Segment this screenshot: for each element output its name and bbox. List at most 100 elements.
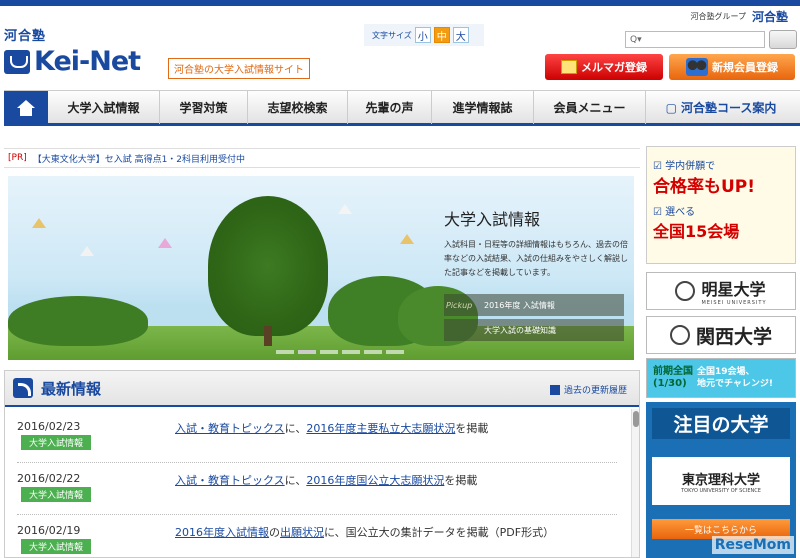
ad-line: ☑ 選べる (653, 203, 789, 218)
university-subtitle: MEISEI UNIVERSITY (701, 300, 767, 306)
university-crest-icon (669, 325, 690, 345)
news-text: に、 (284, 422, 307, 435)
bird-icon (32, 218, 46, 228)
font-size-small-button[interactable]: 小 (414, 27, 431, 43)
ad-line: ☑ 学内併願で (653, 157, 789, 172)
news-link[interactable]: 入試・教育トピックス (175, 422, 285, 435)
mail-magazine-button[interactable]: メルマガ登録 (545, 54, 663, 80)
carousel-dot[interactable] (364, 350, 382, 354)
page-root: { "header": { "group_text": "河合塾グループ", "… (0, 0, 800, 558)
search-input[interactable]: Q▾ (625, 31, 765, 48)
featured-title: 注目の大学 (652, 408, 790, 439)
news-link[interactable]: 入試・教育トピックス (175, 474, 285, 487)
search-icon: Q▾ (630, 34, 642, 45)
news-text: を掲載 (444, 474, 478, 487)
pr-banner[interactable]: [PR] 【大東文化大学】セ入試 高得点1・2科目利用受付中 (4, 148, 640, 168)
font-size-medium-button[interactable]: 中 (433, 27, 450, 43)
ad-text: (1/30) (653, 378, 687, 389)
nav-home-button[interactable] (4, 91, 48, 124)
font-size-large-button[interactable]: 大 (452, 27, 469, 43)
pickup-label: Pickup (446, 300, 473, 310)
carousel-dot[interactable] (320, 350, 338, 354)
search-button[interactable] (769, 30, 797, 49)
group-link[interactable]: 河合塾グループ 河合塾 (690, 8, 788, 25)
news-link[interactable]: 2016年度入試情報 (175, 526, 269, 539)
news-link[interactable]: 出願状況 (280, 526, 324, 539)
news-title: 最新情報 (41, 379, 102, 398)
group-text: 河合塾グループ (690, 12, 746, 21)
nav-item-study[interactable]: 学習対策 (160, 91, 248, 124)
news-date: 2016/02/19 (17, 524, 81, 537)
nav-item-seniors[interactable]: 先輩の声 (348, 91, 432, 124)
news-scrollbar-thumb[interactable] (633, 411, 639, 427)
carousel-dot[interactable] (386, 350, 404, 354)
sidebar-ad-meisei[interactable]: 明星大学 MEISEI UNIVERSITY (646, 272, 796, 310)
checkbox-icon: ☑ (653, 207, 662, 218)
carousel-indicators (276, 350, 404, 354)
top-accent-bar (0, 0, 800, 6)
sidebar-featured-universities: 注目の大学 東京理科大学 TOKYO UNIVERSITY OF SCIENCE… (646, 402, 796, 558)
bird-icon (338, 204, 352, 214)
mail-icon (561, 60, 577, 74)
news-badge: 大学入試情報 (21, 539, 92, 554)
pr-link[interactable]: 【大東文化大学】セ入試 高得点1・2科目利用受付中 (33, 152, 245, 165)
nav-item-kawaijuku-courses-label: 河合塾コース案内 (680, 101, 777, 115)
sidebar-ad-kansai[interactable]: 関西大学 (646, 316, 796, 354)
news-link[interactable]: 2016年度主要私立大志願状況 (306, 422, 455, 435)
ad-line-highlight: 全国15会場 (653, 222, 740, 241)
nav-item-kawaijuku-courses[interactable]: ▢ 河合塾コース案内 (646, 91, 796, 124)
news-row: 2016/02/23 大学入試情報 入試・教育トピックスに、2016年度主要私立… (17, 411, 617, 463)
logo-mark-icon (4, 49, 30, 74)
news-scrollbar[interactable] (631, 409, 639, 557)
bird-icon (80, 246, 94, 256)
hero-title: 大学入試情報 (444, 210, 541, 229)
arrow-right-icon (549, 384, 560, 395)
pickup-item-basics[interactable]: 大学入試の基礎知識 (444, 319, 624, 341)
site-logo[interactable]: 河合塾 Kei-Net (4, 30, 141, 77)
past-updates-link[interactable]: 過去の更新履歴 (549, 383, 627, 396)
ad-line-text: 学内併願で (665, 161, 716, 172)
featured-university-card[interactable]: 東京理科大学 TOKYO UNIVERSITY OF SCIENCE (652, 457, 790, 505)
hero-pickup-list: Pickup 2016年度 入試情報 大学入試の基礎知識 (444, 294, 624, 342)
latest-news-panel: 最新情報 過去の更新履歴 2016/02/23 大学入試情報 入試・教育トピック… (4, 370, 640, 558)
news-date: 2016/02/23 (17, 420, 81, 433)
nav-item-member-menu[interactable]: 会員メニュー (534, 91, 646, 124)
news-headline: 入試・教育トピックスに、2016年度国公立大志願状況を掲載 (175, 472, 477, 488)
external-window-icon: ▢ (665, 100, 677, 115)
sidebar-ad-exam-venues[interactable]: 前期全国 (1/30) 全国19会場、 地元でチャレンジ! (646, 358, 796, 398)
watermark-logo: ReseMom (711, 536, 794, 554)
group-logo: 河合塾 (751, 10, 788, 24)
university-name: 関西大学 (695, 325, 772, 348)
bird-icon (158, 238, 172, 248)
sidebar-ad-exam[interactable]: ☑ 学内併願で 合格率もUP! ☑ 選べる 全国15会場 (646, 146, 796, 264)
pickup-item-entrance-info[interactable]: Pickup 2016年度 入試情報 (444, 294, 624, 316)
pickup-item-label: 2016年度 入試情報 (484, 300, 555, 310)
news-badge: 大学入試情報 (21, 435, 92, 450)
search-area: Q▾ (625, 30, 797, 49)
carousel-dot[interactable] (342, 350, 360, 354)
register-button[interactable]: 新規会員登録 (669, 54, 795, 80)
main-navigation: 大学入試情報 学習対策 志望校検索 先輩の声 進学情報誌 会員メニュー ▢ 河合… (4, 90, 800, 126)
ad-text: 前期全国 (653, 366, 693, 377)
home-icon (17, 99, 35, 116)
pr-tag: [PR] (8, 153, 27, 163)
hero-banner[interactable]: 大学入試情報 入試科目・日程等の詳細情報はもちろん、過去の倍率などの入試結果、入… (8, 176, 634, 360)
nav-item-admissions[interactable]: 大学入試情報 (48, 91, 160, 124)
news-text: に、 (284, 474, 307, 487)
mail-magazine-label: メルマガ登録 (581, 61, 647, 74)
students-icon (686, 58, 708, 76)
news-headline: 2016年度入試情報の出願状況に、国公立大の集計データを掲載（PDF形式） (175, 524, 554, 540)
bird-icon (400, 234, 414, 244)
register-label: 新規会員登録 (712, 61, 778, 74)
hero-big-tree (208, 196, 328, 336)
font-size-selector: 文字サイズ 小 中 大 (364, 24, 484, 46)
carousel-dot-active[interactable] (298, 350, 316, 354)
carousel-dot[interactable] (276, 350, 294, 354)
university-name: 東京理科大学 (681, 472, 760, 488)
nav-item-magazine[interactable]: 進学情報誌 (432, 91, 534, 124)
nav-item-school-search[interactable]: 志望校検索 (248, 91, 348, 124)
ad-text: 全国19会場、 (697, 367, 755, 377)
news-text: を掲載 (455, 422, 489, 435)
news-link[interactable]: 2016年度国公立大志願状況 (306, 474, 444, 487)
font-size-label: 文字サイズ (372, 30, 412, 40)
